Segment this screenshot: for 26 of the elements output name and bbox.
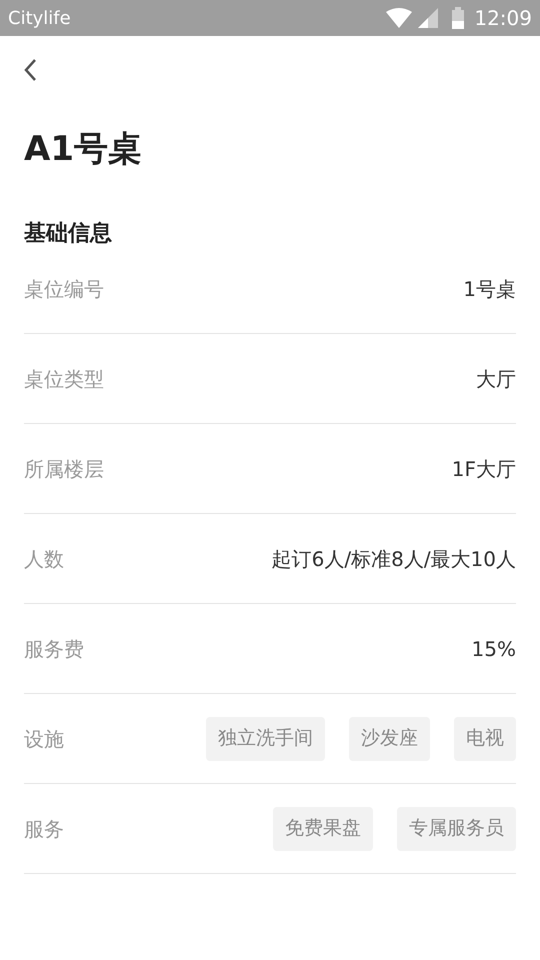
field-label: 服务费 [24,636,84,662]
field-label: 服务 [24,816,64,842]
signal-icon [418,8,438,28]
field-label: 所属楼层 [24,456,104,482]
tag: 免费果盘 [273,806,373,850]
field-value: 1F大厅 [452,456,516,482]
field-label: 人数 [24,546,64,572]
app-name: Citylife [8,6,71,30]
tag: 独立洗手间 [206,716,325,760]
field-value: 1号桌 [463,276,516,302]
field-label: 桌位编号 [24,276,104,302]
field-value: 15% [472,636,516,662]
field-label: 设施 [24,726,64,752]
field-value: 大厅 [476,366,516,392]
back-icon [24,58,38,82]
tag: 电视 [454,716,516,760]
tag: 沙发座 [349,716,430,760]
wifi-icon [386,8,412,28]
section-heading: 基础信息 [24,220,113,248]
back-button[interactable] [24,58,38,82]
tag: 专属服务员 [397,806,516,850]
battery-icon [452,7,464,29]
field-label: 桌位类型 [24,366,104,392]
page-title: A1号桌 [24,128,143,171]
field-value: 起订6人/标准8人/最大10人 [272,546,516,572]
clock: 12:09 [474,5,532,32]
